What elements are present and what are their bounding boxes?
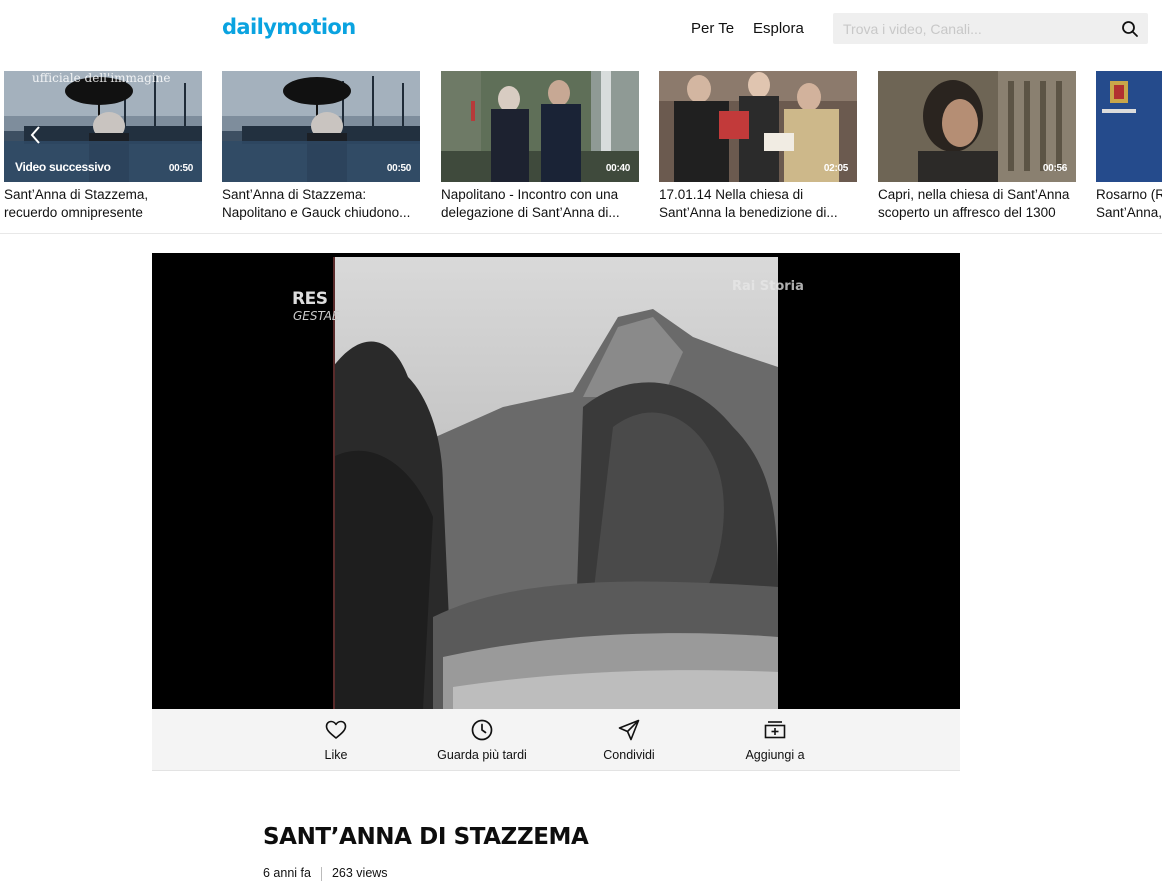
carousel-card-1[interactable]: ufficiale dell'immagine Video successivo… (4, 71, 202, 222)
heart-icon (325, 720, 347, 739)
watermark-text: RES (292, 289, 328, 309)
nav-per-te[interactable]: Per Te (691, 20, 734, 37)
duration-badge: 00:56 (1042, 163, 1067, 174)
watermark-text: GESTAE (293, 309, 340, 323)
video-title-line: Napolitano e Gauck chiudono... (222, 205, 411, 220)
video-thumbnail[interactable] (1096, 71, 1162, 182)
video-title-line: Sant’Anna di Stazzema, (4, 187, 149, 202)
video-title-line: Napolitano - Incontro con una (441, 187, 619, 202)
video-title-line: recuerdo omnipresente (4, 205, 143, 220)
video-title-line: delegazione di Sant’Anna di... (441, 205, 620, 220)
carousel-card-4[interactable]: 02:05 17.01.14 Nella chiesa di Sant’Anna… (659, 71, 857, 222)
video-title-line: Rosarno (R (1096, 187, 1162, 202)
duration-badge: 00:50 (168, 163, 193, 174)
upload-age: 6 anni fa (263, 866, 311, 880)
search-icon[interactable] (1121, 20, 1139, 38)
carousel-card-2[interactable]: 00:50 Sant’Anna di Stazzema: Napolitano … (222, 71, 420, 222)
video-thumbnail[interactable]: 00:56 (878, 71, 1076, 182)
clock-icon (471, 719, 493, 741)
add-to-playlist-icon (764, 721, 786, 739)
next-video-label: Video successivo (15, 160, 111, 174)
video-thumbnail[interactable]: ufficiale dell'immagine Video successivo… (4, 71, 202, 182)
page-title: SANT’ANNA DI STAZZEMA (263, 824, 589, 850)
like-label: Like (324, 748, 348, 762)
carousel-card-3[interactable]: 00:40 Napolitano - Incontro con una dele… (441, 71, 639, 222)
thumbnail-image (1096, 71, 1162, 182)
meta-divider (320, 866, 322, 881)
nav-esplora[interactable]: Esplora (753, 20, 804, 37)
video-title-line: Sant’Anna, (1096, 205, 1162, 220)
carousel-card-5[interactable]: 00:56 Capri, nella chiesa di Sant’Anna s… (878, 71, 1076, 222)
watch-later-label: Guarda più tardi (437, 748, 527, 762)
video-player[interactable]: RES GESTAE Rai Storia (152, 253, 960, 709)
view-count: 263 views (331, 866, 388, 880)
chevron-left-icon[interactable] (26, 123, 46, 147)
send-icon (618, 719, 640, 741)
dailymotion-logo[interactable]: dailymotion (222, 15, 356, 39)
video-title-line: scoperto un affresco del 1300 (878, 205, 1056, 220)
watch-later-button[interactable]: Guarda più tardi (422, 709, 542, 771)
share-label: Condividi (603, 748, 655, 762)
video-meta: 6 anni fa 263 views (263, 866, 388, 881)
add-to-button[interactable]: Aggiungi a (725, 709, 825, 771)
video-title-line: Capri, nella chiesa di Sant’Anna (878, 187, 1070, 202)
share-button[interactable]: Condividi (579, 709, 679, 771)
video-title[interactable]: 17.01.14 Nella chiesa di Sant’Anna la be… (659, 186, 857, 222)
video-thumbnail[interactable]: 02:05 (659, 71, 857, 182)
video-title[interactable]: Sant’Anna di Stazzema: Napolitano e Gauc… (222, 186, 420, 222)
video-thumbnail[interactable]: 00:50 (222, 71, 420, 182)
add-to-label: Aggiungi a (745, 748, 805, 762)
video-title-line: 17.01.14 Nella chiesa di (659, 187, 804, 202)
search-box (833, 13, 1148, 44)
duration-badge: 02:05 (823, 163, 848, 174)
top-header: dailymotion Per Te Esplora (0, 0, 1162, 60)
rai-storia-watermark: Rai Storia (732, 279, 804, 294)
video-frame (333, 257, 778, 709)
duration-badge: 00:40 (605, 163, 630, 174)
video-title[interactable]: Rosarno (R Sant’Anna, (1096, 186, 1162, 222)
video-thumbnail[interactable]: 00:40 (441, 71, 639, 182)
video-title-line: Sant’Anna la benedizione di... (659, 205, 838, 220)
search-input[interactable] (843, 13, 1113, 44)
video-title[interactable]: Napolitano - Incontro con una delegazion… (441, 186, 639, 222)
video-title-line: Sant’Anna di Stazzema: (222, 187, 367, 202)
duration-badge: 00:50 (386, 163, 411, 174)
thumbnail-overlay-text: ufficiale dell'immagine (32, 71, 171, 85)
carousel-card-6[interactable]: Rosarno (R Sant’Anna, (1096, 71, 1162, 222)
video-title[interactable]: Sant’Anna di Stazzema, recuerdo omnipres… (4, 186, 202, 222)
res-gestae-watermark: RES GESTAE (292, 289, 340, 327)
video-title[interactable]: Capri, nella chiesa di Sant’Anna scopert… (878, 186, 1076, 222)
related-videos-carousel: ufficiale dell'immagine Video successivo… (0, 60, 1162, 234)
video-actions-bar: Like Guarda più tardi Condividi Aggiungi… (152, 709, 960, 771)
like-button[interactable]: Like (296, 709, 376, 771)
